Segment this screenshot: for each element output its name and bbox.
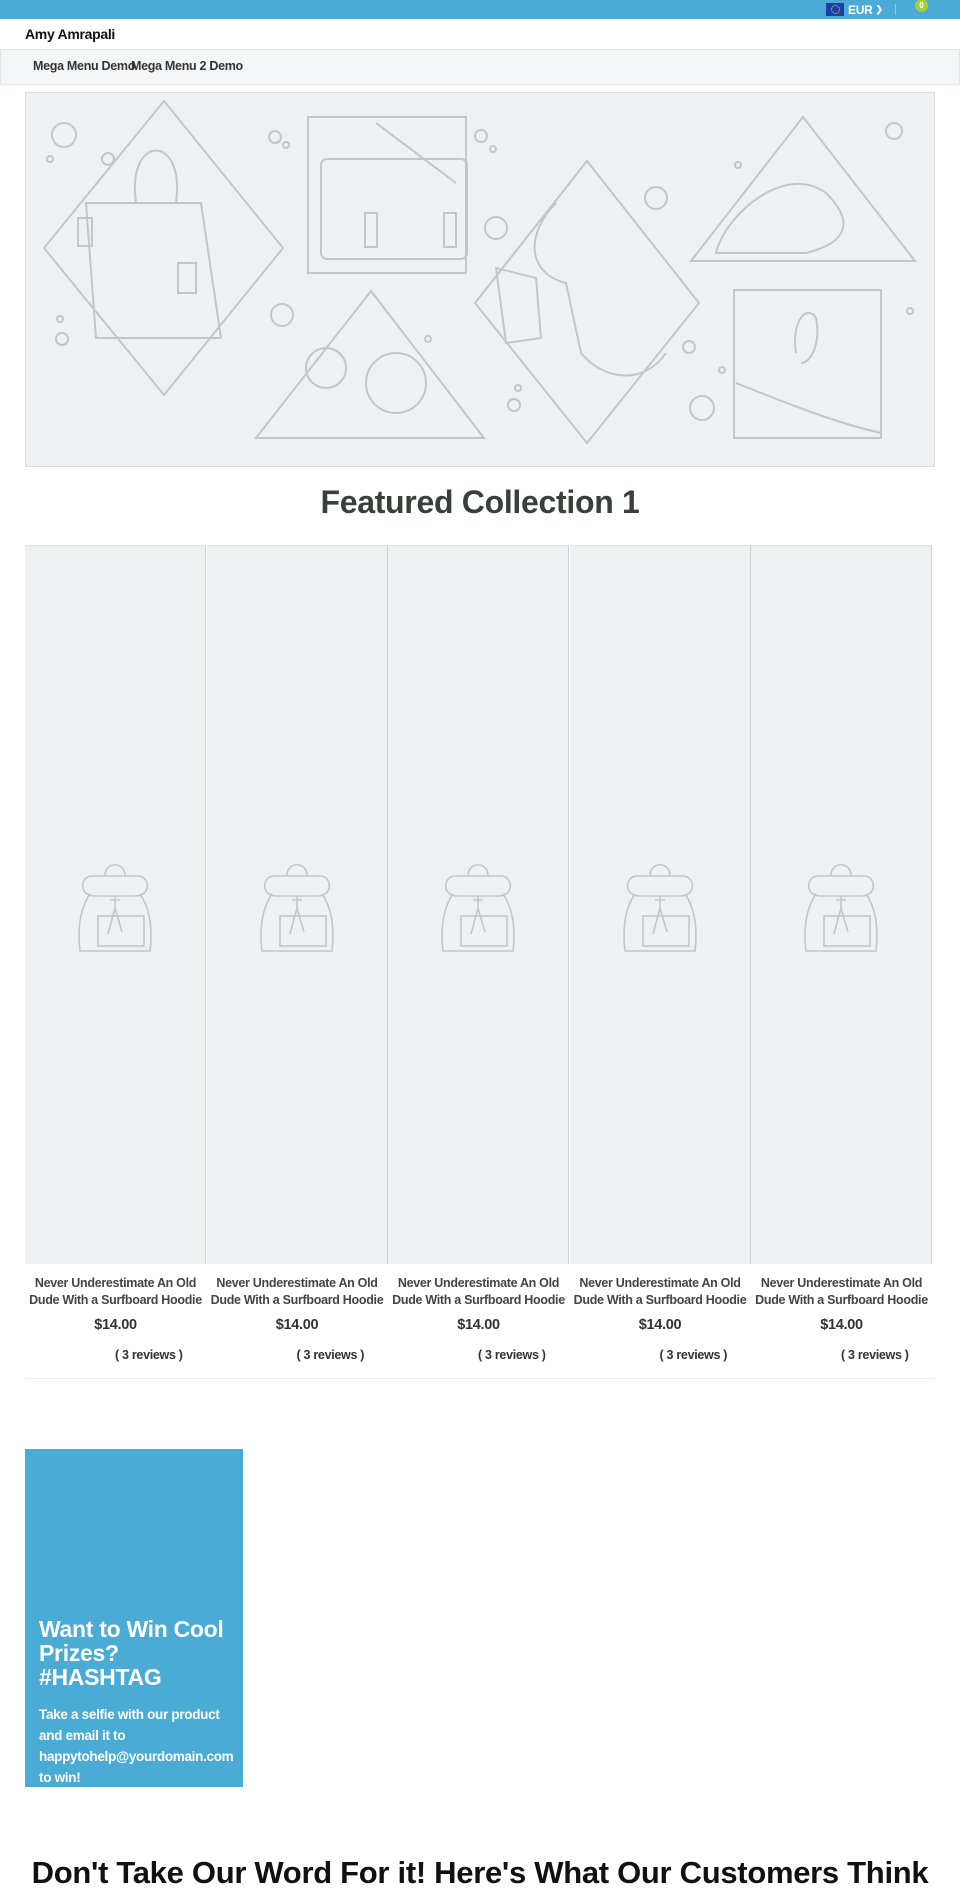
- product-image[interactable]: [206, 545, 388, 1264]
- promo-banner: Want to Win Cool Prizes? #HASHTAG Take a …: [25, 1449, 243, 1787]
- eu-flag-icon: [826, 3, 844, 16]
- top-bar: EUR ❯ 0: [0, 0, 960, 19]
- product-carousel: Never Underestimate An Old Dude With a S…: [25, 545, 935, 1379]
- product-card[interactable]: Never Underestimate An Old Dude With a S…: [388, 545, 569, 1378]
- product-image[interactable]: [25, 545, 206, 1264]
- product-image[interactable]: [751, 545, 932, 1264]
- main-nav: Mega Menu Demo Mega Menu 2 Demo: [0, 49, 960, 85]
- product-price: $14.00: [457, 1317, 500, 1333]
- product-reviews[interactable]: ( 3 reviews ): [841, 1348, 909, 1362]
- backpack-placeholder-icon: [804, 863, 878, 952]
- product-price: $14.00: [638, 1317, 682, 1333]
- product-reviews[interactable]: ( 3 reviews ): [660, 1348, 728, 1362]
- product-title[interactable]: Never Underestimate An Old Dude With a S…: [751, 1275, 932, 1309]
- product-price: $14.00: [820, 1317, 863, 1333]
- promo-hashtag: #HASHTAG: [39, 1664, 162, 1690]
- product-price: $14.00: [275, 1317, 319, 1333]
- product-title[interactable]: Never Underestimate An Old Dude With a S…: [388, 1275, 569, 1309]
- nav-item-mega-menu-2-demo[interactable]: Mega Menu 2 Demo: [131, 59, 243, 73]
- nav-item-mega-menu-demo[interactable]: Mega Menu Demo: [33, 59, 135, 73]
- product-reviews[interactable]: ( 3 reviews ): [115, 1348, 183, 1362]
- site-brand[interactable]: Amy Amrapali: [25, 26, 115, 42]
- promo-heading-line1: Want to Win Cool Prizes?: [39, 1616, 224, 1666]
- backpack-placeholder-icon: [78, 863, 152, 952]
- divider: [895, 4, 896, 15]
- backpack-placeholder-icon: [259, 863, 334, 952]
- cart-count-badge[interactable]: 0: [915, 0, 928, 12]
- product-card[interactable]: Never Underestimate An Old Dude With a S…: [25, 545, 206, 1378]
- chevron-down-icon: ❯: [875, 4, 883, 14]
- product-price: $14.00: [94, 1317, 137, 1333]
- product-image[interactable]: [388, 545, 569, 1264]
- product-reviews[interactable]: ( 3 reviews ): [478, 1348, 546, 1362]
- backpack-placeholder-icon: [622, 863, 697, 952]
- promo-heading: Want to Win Cool Prizes? #HASHTAG: [39, 1617, 234, 1689]
- product-title[interactable]: Never Underestimate An Old Dude With a S…: [25, 1275, 206, 1309]
- currency-label: EUR: [848, 2, 873, 17]
- currency-selector[interactable]: EUR ❯: [826, 2, 883, 17]
- promo-body: Take a selfie with our product and email…: [39, 1707, 234, 1785]
- product-card[interactable]: Never Underestimate An Old Dude With a S…: [569, 545, 751, 1378]
- product-title[interactable]: Never Underestimate An Old Dude With a S…: [207, 1275, 388, 1309]
- product-image[interactable]: [569, 545, 751, 1264]
- featured-collection-title: Featured Collection 1: [320, 484, 640, 520]
- testimonials-title: Don't Take Our Word For it! Here's What …: [31, 1855, 929, 1890]
- product-title[interactable]: Never Underestimate An Old Dude With a S…: [570, 1275, 751, 1309]
- product-reviews[interactable]: ( 3 reviews ): [297, 1348, 365, 1362]
- product-card[interactable]: Never Underestimate An Old Dude With a S…: [206, 545, 388, 1378]
- backpack-placeholder-icon: [441, 863, 515, 952]
- hero-illustration-placeholder: [42, 99, 918, 445]
- hero-banner[interactable]: [25, 92, 935, 467]
- product-card[interactable]: Never Underestimate An Old Dude With a S…: [751, 545, 932, 1378]
